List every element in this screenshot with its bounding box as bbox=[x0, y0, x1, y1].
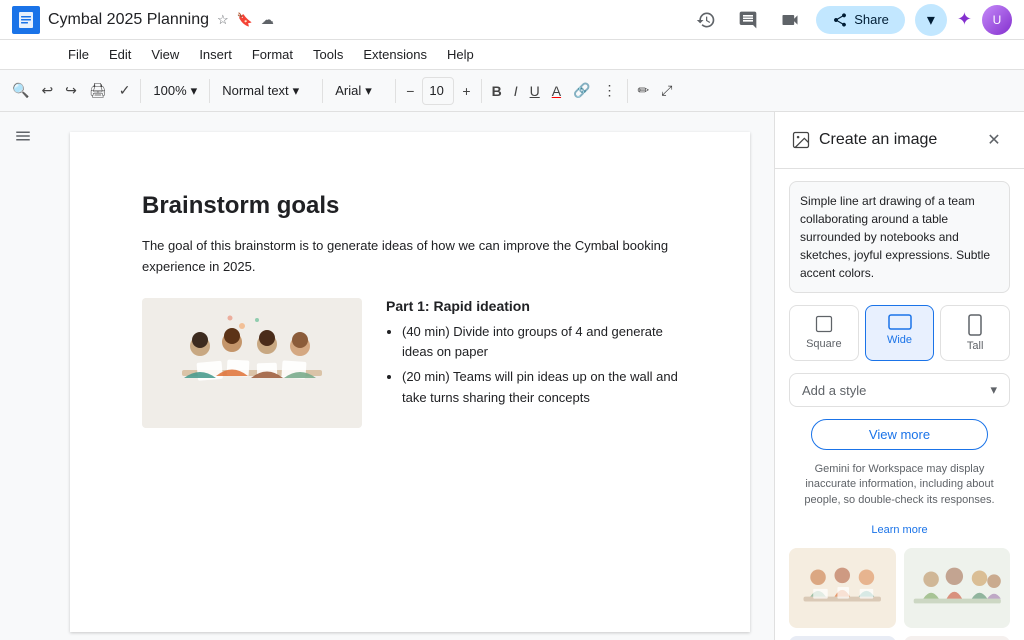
menu-tools[interactable]: Tools bbox=[305, 43, 351, 66]
panel-close-btn[interactable]: ✕ bbox=[980, 126, 1008, 154]
font-size-select[interactable]: 10 bbox=[422, 77, 454, 105]
font-increase-btn[interactable]: + bbox=[458, 77, 474, 105]
zoom-select[interactable]: 100% ▾ bbox=[147, 77, 203, 105]
disclaimer-text: Gemini for Workspace may display inaccur… bbox=[789, 462, 1010, 508]
cloud-icon[interactable]: ☁ bbox=[261, 12, 274, 28]
history-button[interactable] bbox=[690, 4, 722, 36]
bookmark-icon[interactable]: 🔖 bbox=[237, 12, 253, 28]
share-dropdown-button[interactable]: ▾ bbox=[915, 4, 947, 36]
avatar: U bbox=[982, 5, 1012, 35]
aspect-options: Square Wide Tall bbox=[789, 305, 1010, 361]
aspect-tall-btn[interactable]: Tall bbox=[940, 305, 1010, 361]
font-select[interactable]: Arial ▾ bbox=[329, 77, 389, 105]
divider-5 bbox=[481, 79, 482, 103]
bullet-list: (40 min) Divide into groups of 4 and gen… bbox=[386, 322, 678, 409]
aspect-tall-label: Tall bbox=[967, 340, 984, 352]
doc-area: Brainstorm goals The goal of this brains… bbox=[46, 112, 774, 640]
panel-title: Create an image bbox=[791, 130, 937, 150]
aspect-wide-label: Wide bbox=[887, 334, 912, 346]
menu-help[interactable]: Help bbox=[439, 43, 482, 66]
expand-btn[interactable]: ⤢ bbox=[657, 77, 676, 105]
doc-body-text: The goal of this brainstorm is to genera… bbox=[142, 236, 678, 278]
text-color-btn[interactable]: A bbox=[548, 77, 565, 105]
toolbar: 🔍 ↩ ↪ 🖨 ✓ 100% ▾ Normal text ▾ Arial ▾ −… bbox=[0, 70, 1024, 112]
app-icon bbox=[12, 6, 40, 34]
menu-view[interactable]: View bbox=[143, 43, 187, 66]
bullet-item-1: (40 min) Divide into groups of 4 and gen… bbox=[402, 322, 678, 364]
style-dropdown[interactable]: Add a style ▾ bbox=[789, 373, 1010, 407]
divider-4 bbox=[395, 79, 396, 103]
style-placeholder: Add a style bbox=[802, 383, 866, 398]
pen-btn[interactable]: ✏ bbox=[634, 77, 654, 105]
view-more-container: View more bbox=[789, 419, 1010, 450]
spellcheck-btn[interactable]: ✓ bbox=[115, 77, 135, 105]
link-btn[interactable]: 🔗 bbox=[569, 77, 594, 105]
more-btn[interactable]: ⋮ bbox=[599, 77, 621, 105]
generated-image-3[interactable] bbox=[789, 636, 896, 640]
menu-file[interactable]: File bbox=[60, 43, 97, 66]
square-aspect-icon bbox=[814, 314, 834, 334]
redo-btn[interactable]: ↪ bbox=[61, 77, 81, 105]
doc-title: Cymbal 2025 Planning bbox=[48, 10, 209, 29]
text-content: Part 1: Rapid ideation (40 min) Divide i… bbox=[386, 298, 678, 428]
star-icon[interactable]: ☆ bbox=[217, 12, 229, 28]
search-toolbar-btn[interactable]: 🔍 bbox=[8, 77, 33, 105]
doc-title-area: Cymbal 2025 Planning ☆ 🔖 ☁ bbox=[48, 10, 274, 29]
bold-btn[interactable]: B bbox=[488, 77, 506, 105]
menu-format[interactable]: Format bbox=[244, 43, 301, 66]
generated-image-1[interactable] bbox=[789, 548, 896, 628]
sidebar-toggle-btn[interactable] bbox=[9, 122, 37, 150]
font-decrease-btn[interactable]: − bbox=[402, 77, 418, 105]
share-label: Share bbox=[854, 12, 889, 27]
aspect-square-btn[interactable]: Square bbox=[789, 305, 859, 361]
menu-bar: File Edit View Insert Format Tools Exten… bbox=[0, 40, 1024, 70]
divider-3 bbox=[322, 79, 323, 103]
generated-image-2[interactable] bbox=[904, 548, 1011, 628]
right-panel: Create an image ✕ Simple line art drawin… bbox=[774, 112, 1024, 640]
panel-header: Create an image ✕ bbox=[775, 112, 1024, 169]
menu-edit[interactable]: Edit bbox=[101, 43, 139, 66]
images-grid bbox=[775, 548, 1024, 640]
menu-insert[interactable]: Insert bbox=[191, 43, 240, 66]
bullet-item-2: (20 min) Teams will pin ideas up on the … bbox=[402, 367, 678, 409]
divider-2 bbox=[209, 79, 210, 103]
learn-more-link[interactable]: Learn more bbox=[789, 524, 1010, 536]
doc-page: Brainstorm goals The goal of this brains… bbox=[70, 132, 750, 632]
wide-aspect-icon bbox=[888, 314, 912, 330]
share-button[interactable]: Share bbox=[816, 6, 905, 34]
section-title: Part 1: Rapid ideation bbox=[386, 298, 678, 314]
aspect-wide-btn[interactable]: Wide bbox=[865, 305, 935, 361]
doc-image bbox=[142, 298, 362, 428]
divider-1 bbox=[140, 79, 141, 103]
print-btn[interactable]: 🖨 bbox=[85, 77, 111, 105]
italic-btn[interactable]: I bbox=[510, 77, 522, 105]
prompt-text[interactable]: Simple line art drawing of a team collab… bbox=[789, 181, 1010, 293]
menu-extensions[interactable]: Extensions bbox=[355, 43, 435, 66]
gemini-icon: ✦ bbox=[957, 9, 972, 30]
content-section: Part 1: Rapid ideation (40 min) Divide i… bbox=[142, 298, 678, 428]
doc-heading: Brainstorm goals bbox=[142, 192, 678, 220]
tall-aspect-icon bbox=[968, 314, 982, 336]
style-select[interactable]: Normal text ▾ bbox=[216, 77, 316, 105]
divider-6 bbox=[627, 79, 628, 103]
top-actions: Share ▾ ✦ U bbox=[690, 4, 1012, 36]
comments-button[interactable] bbox=[732, 4, 764, 36]
underline-btn[interactable]: U bbox=[526, 77, 544, 105]
main-layout: Brainstorm goals The goal of this brains… bbox=[0, 112, 1024, 640]
top-bar: Cymbal 2025 Planning ☆ 🔖 ☁ Share ▾ ✦ U bbox=[0, 0, 1024, 40]
aspect-square-label: Square bbox=[806, 338, 841, 350]
generated-image-4[interactable] bbox=[904, 636, 1011, 640]
panel-content: Simple line art drawing of a team collab… bbox=[775, 169, 1024, 548]
sidebar-toggle-area bbox=[0, 112, 46, 640]
video-button[interactable] bbox=[774, 4, 806, 36]
view-more-btn[interactable]: View more bbox=[811, 419, 988, 450]
chevron-down-icon: ▾ bbox=[990, 382, 997, 398]
panel-title-text: Create an image bbox=[819, 131, 937, 149]
undo-btn[interactable]: ↩ bbox=[37, 77, 57, 105]
create-image-icon bbox=[791, 130, 811, 150]
